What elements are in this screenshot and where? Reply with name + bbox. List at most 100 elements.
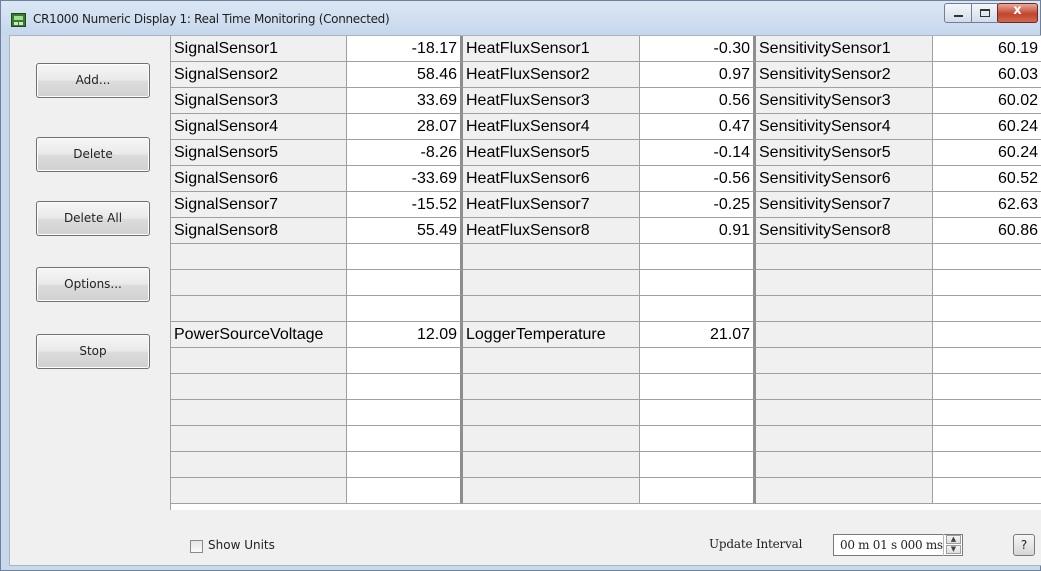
- variable-name-cell[interactable]: SignalSensor6: [171, 166, 347, 192]
- variable-value-cell[interactable]: 60.02: [933, 88, 1041, 114]
- spin-up-icon[interactable]: ▲: [946, 535, 961, 544]
- variable-name-cell[interactable]: [171, 270, 347, 296]
- variable-name-cell[interactable]: [463, 426, 640, 452]
- variable-value-cell[interactable]: [933, 452, 1041, 478]
- variable-value-cell[interactable]: [640, 244, 756, 270]
- variable-value-cell[interactable]: 0.97: [640, 62, 756, 88]
- close-button[interactable]: x: [997, 3, 1038, 23]
- variable-name-cell[interactable]: SensitivitySensor3: [756, 88, 933, 114]
- options-button[interactable]: Options...: [36, 267, 150, 302]
- variable-value-cell[interactable]: [933, 348, 1041, 374]
- values-grid[interactable]: SignalSensor1 -18.17 HeatFluxSensor1 -0.30 S…: [170, 36, 1041, 510]
- variable-value-cell[interactable]: [640, 296, 756, 322]
- variable-name-cell[interactable]: [463, 452, 640, 478]
- variable-value-cell[interactable]: [347, 426, 463, 452]
- variable-name-cell[interactable]: SensitivitySensor8: [756, 218, 933, 244]
- variable-name-cell[interactable]: SensitivitySensor7: [756, 192, 933, 218]
- spin-down-icon[interactable]: ▼: [946, 545, 961, 554]
- variable-name-cell[interactable]: SensitivitySensor6: [756, 166, 933, 192]
- variable-value-cell[interactable]: -15.52: [347, 192, 463, 218]
- variable-name-cell[interactable]: SignalSensor1: [171, 36, 347, 62]
- variable-name-cell[interactable]: [171, 244, 347, 270]
- variable-value-cell[interactable]: 62.63: [933, 192, 1041, 218]
- variable-name-cell[interactable]: [463, 478, 640, 504]
- variable-value-cell[interactable]: 0.47: [640, 114, 756, 140]
- variable-name-cell[interactable]: LoggerTemperature: [463, 322, 640, 348]
- variable-value-cell[interactable]: 60.19: [933, 36, 1041, 62]
- variable-name-cell[interactable]: SensitivitySensor1: [756, 36, 933, 62]
- variable-name-cell[interactable]: SignalSensor3: [171, 88, 347, 114]
- variable-value-cell[interactable]: 0.91: [640, 218, 756, 244]
- variable-name-cell[interactable]: SensitivitySensor4: [756, 114, 933, 140]
- variable-value-cell[interactable]: [347, 452, 463, 478]
- add-button[interactable]: Add...: [36, 63, 150, 98]
- variable-value-cell[interactable]: -0.25: [640, 192, 756, 218]
- variable-name-cell[interactable]: [756, 244, 933, 270]
- variable-name-cell[interactable]: [171, 452, 347, 478]
- variable-value-cell[interactable]: [347, 270, 463, 296]
- variable-name-cell[interactable]: SignalSensor4: [171, 114, 347, 140]
- variable-value-cell[interactable]: [347, 478, 463, 504]
- variable-name-cell[interactable]: [171, 296, 347, 322]
- variable-name-cell[interactable]: [756, 478, 933, 504]
- delete-all-button[interactable]: Delete All: [36, 201, 150, 236]
- variable-value-cell[interactable]: [347, 296, 463, 322]
- variable-name-cell[interactable]: [756, 374, 933, 400]
- variable-name-cell[interactable]: [463, 270, 640, 296]
- stop-button[interactable]: Stop: [36, 334, 150, 369]
- variable-name-cell[interactable]: [463, 296, 640, 322]
- variable-value-cell[interactable]: [347, 400, 463, 426]
- variable-name-cell[interactable]: HeatFluxSensor3: [463, 88, 640, 114]
- variable-name-cell[interactable]: [463, 244, 640, 270]
- variable-value-cell[interactable]: 60.03: [933, 62, 1041, 88]
- variable-name-cell[interactable]: [756, 400, 933, 426]
- variable-value-cell[interactable]: [933, 478, 1041, 504]
- variable-value-cell[interactable]: [933, 296, 1041, 322]
- variable-name-cell[interactable]: SensitivitySensor2: [756, 62, 933, 88]
- show-units-label[interactable]: Show Units: [208, 538, 275, 552]
- variable-name-cell[interactable]: [756, 426, 933, 452]
- variable-name-cell[interactable]: [756, 322, 933, 348]
- show-units-checkbox[interactable]: [190, 540, 203, 553]
- variable-name-cell[interactable]: [171, 478, 347, 504]
- variable-name-cell[interactable]: [171, 400, 347, 426]
- variable-value-cell[interactable]: 60.24: [933, 114, 1041, 140]
- variable-name-cell[interactable]: SignalSensor7: [171, 192, 347, 218]
- variable-name-cell[interactable]: [756, 296, 933, 322]
- variable-value-cell[interactable]: 55.49: [347, 218, 463, 244]
- variable-value-cell[interactable]: [640, 374, 756, 400]
- variable-name-cell[interactable]: [756, 452, 933, 478]
- variable-name-cell[interactable]: [171, 348, 347, 374]
- variable-name-cell[interactable]: HeatFluxSensor4: [463, 114, 640, 140]
- variable-name-cell[interactable]: SensitivitySensor5: [756, 140, 933, 166]
- variable-value-cell[interactable]: -18.17: [347, 36, 463, 62]
- variable-value-cell[interactable]: [933, 322, 1041, 348]
- variable-name-cell[interactable]: [171, 426, 347, 452]
- variable-value-cell[interactable]: [347, 244, 463, 270]
- update-interval-spinner[interactable]: ▲ ▼: [943, 534, 963, 556]
- numeric-display-icon[interactable]: [11, 13, 26, 27]
- variable-value-cell[interactable]: [933, 426, 1041, 452]
- variable-value-cell[interactable]: [933, 270, 1041, 296]
- variable-name-cell[interactable]: [463, 400, 640, 426]
- variable-value-cell[interactable]: 60.86: [933, 218, 1041, 244]
- variable-value-cell[interactable]: [347, 348, 463, 374]
- variable-name-cell[interactable]: HeatFluxSensor7: [463, 192, 640, 218]
- variable-name-cell[interactable]: [756, 270, 933, 296]
- variable-value-cell[interactable]: 0.56: [640, 88, 756, 114]
- variable-value-cell[interactable]: 12.09: [347, 322, 463, 348]
- variable-name-cell[interactable]: SignalSensor2: [171, 62, 347, 88]
- variable-value-cell[interactable]: -0.56: [640, 166, 756, 192]
- variable-value-cell[interactable]: 33.69: [347, 88, 463, 114]
- variable-value-cell[interactable]: [933, 400, 1041, 426]
- variable-value-cell[interactable]: [640, 452, 756, 478]
- variable-value-cell[interactable]: [933, 374, 1041, 400]
- variable-name-cell[interactable]: PowerSourceVoltage: [171, 322, 347, 348]
- variable-value-cell[interactable]: 60.52: [933, 166, 1041, 192]
- variable-name-cell[interactable]: HeatFluxSensor2: [463, 62, 640, 88]
- variable-value-cell[interactable]: [640, 348, 756, 374]
- title-bar[interactable]: CR1000 Numeric Display 1: Real Time Moni…: [1, 1, 1040, 35]
- variable-name-cell[interactable]: [463, 374, 640, 400]
- variable-name-cell[interactable]: [171, 374, 347, 400]
- variable-value-cell[interactable]: [640, 270, 756, 296]
